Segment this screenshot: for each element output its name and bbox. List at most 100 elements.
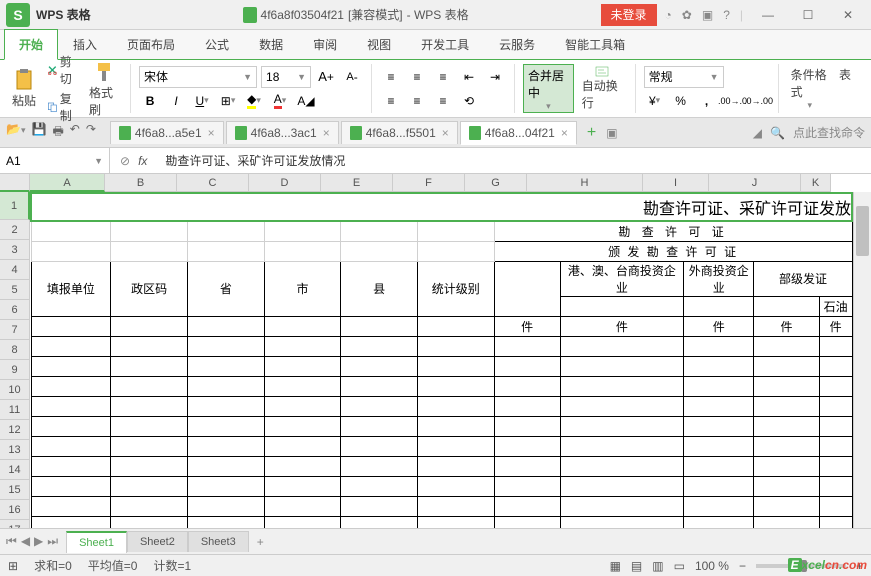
col-header-H[interactable]: H <box>527 174 643 192</box>
undo-icon[interactable]: ↶ <box>70 122 80 143</box>
row-header-15[interactable]: 15 <box>0 480 30 500</box>
align-bottom-button[interactable]: ≡ <box>432 66 454 88</box>
first-sheet-icon[interactable]: ⏮ <box>6 534 17 549</box>
close-button[interactable]: ✕ <box>833 5 863 25</box>
sheet-tab-3[interactable]: Sheet3 <box>188 531 249 552</box>
skin-icon[interactable]: ▣ <box>702 8 713 22</box>
align-right-button[interactable]: ≡ <box>432 90 454 112</box>
row-header-13[interactable]: 13 <box>0 440 30 460</box>
row-header-7[interactable]: 7 <box>0 320 30 340</box>
row-header-11[interactable]: 11 <box>0 400 30 420</box>
col-header-A[interactable]: A <box>30 174 105 192</box>
name-box[interactable]: A1▼ <box>0 148 110 173</box>
cell-grid[interactable]: 勘查许可证、采矿许可证发放勘 查 许 可 证颁 发 勘 查 许 可 证填报单位政… <box>30 192 853 528</box>
command-search[interactable]: 点此查找命令 <box>793 124 865 141</box>
tab-review[interactable]: 审阅 <box>298 29 352 59</box>
number-format-select[interactable]: 常规▼ <box>644 66 724 88</box>
col-header-E[interactable]: E <box>321 174 393 192</box>
scrollbar-thumb[interactable] <box>856 206 869 256</box>
doc-tab-3[interactable]: 4f6a8...f5501× <box>341 121 458 144</box>
table-format-button[interactable]: 表 <box>835 64 855 113</box>
border-button[interactable]: ⊞▾ <box>217 90 239 112</box>
italic-button[interactable]: I <box>165 90 187 112</box>
minimize-button[interactable]: — <box>753 5 783 25</box>
align-center-button[interactable]: ≡ <box>406 90 428 112</box>
clear-format-button[interactable]: A◢ <box>295 90 317 112</box>
vertical-scrollbar[interactable] <box>853 192 871 528</box>
doc-map-icon[interactable]: ⊞ <box>8 559 18 573</box>
underline-button[interactable]: U▾ <box>191 90 213 112</box>
col-header-F[interactable]: F <box>393 174 465 192</box>
help-icon[interactable]: ? <box>723 8 730 22</box>
col-header-J[interactable]: J <box>709 174 801 192</box>
row-header-5[interactable]: 5 <box>0 280 30 300</box>
tab-formula[interactable]: 公式 <box>190 29 244 59</box>
new-sheet-button[interactable]: + <box>249 535 272 549</box>
currency-button[interactable]: ¥▾ <box>644 90 666 112</box>
col-header-B[interactable]: B <box>105 174 177 192</box>
last-sheet-icon[interactable]: ⏭ <box>47 534 58 549</box>
open-icon[interactable]: 📂▾ <box>6 122 25 143</box>
percent-button[interactable]: % <box>670 90 692 112</box>
collapse-ribbon-icon[interactable]: ◢ <box>753 126 762 140</box>
tab-layout[interactable]: 页面布局 <box>112 29 190 59</box>
fill-color-button[interactable]: ◆▾ <box>243 90 265 112</box>
view-normal-icon[interactable]: ▦ <box>610 559 621 573</box>
close-icon[interactable]: × <box>323 126 330 140</box>
close-icon[interactable]: × <box>442 126 449 140</box>
wrap-text-button[interactable]: 自动换行 <box>578 64 627 113</box>
zoom-level[interactable]: 100 % <box>695 559 729 573</box>
font-color-button[interactable]: A▾ <box>269 90 291 112</box>
doc-tab-1[interactable]: 4f6a8...a5e1× <box>110 121 224 144</box>
col-header-K[interactable]: K <box>801 174 831 192</box>
sheet-tab-1[interactable]: Sheet1 <box>66 531 127 553</box>
row-header-16[interactable]: 16 <box>0 500 30 520</box>
row-header-9[interactable]: 9 <box>0 360 30 380</box>
tab-cloud[interactable]: 云服务 <box>484 29 550 59</box>
cut-button[interactable]: 剪切 <box>44 52 81 88</box>
paste-button[interactable]: 粘贴 <box>8 66 40 111</box>
indent-left-button[interactable]: ⇤ <box>458 66 480 88</box>
reading-mode-icon[interactable]: ▭ <box>674 559 685 573</box>
orientation-button[interactable]: ⟲ <box>458 90 480 112</box>
increase-decimal-button[interactable]: .00→.0 <box>722 90 744 112</box>
tab-view[interactable]: 视图 <box>352 29 406 59</box>
view-page-icon[interactable]: ▤ <box>631 559 642 573</box>
tab-data[interactable]: 数据 <box>244 29 298 59</box>
align-middle-button[interactable]: ≡ <box>406 66 428 88</box>
col-header-G[interactable]: G <box>465 174 527 192</box>
settings-icon[interactable]: ✿ <box>682 8 692 22</box>
increase-font-button[interactable]: A+ <box>315 66 337 88</box>
print-icon[interactable]: 🖶 <box>52 122 63 143</box>
row-header-8[interactable]: 8 <box>0 340 30 360</box>
tab-list-button[interactable]: ▣ <box>606 126 617 140</box>
col-header-C[interactable]: C <box>177 174 249 192</box>
decrease-font-button[interactable]: A- <box>341 66 363 88</box>
tab-tools[interactable]: 智能工具箱 <box>550 29 640 59</box>
save-icon[interactable]: 💾 <box>31 122 46 143</box>
row-header-1[interactable]: 1 <box>0 192 30 220</box>
prev-sheet-icon[interactable]: ◀ <box>21 534 30 549</box>
col-header-D[interactable]: D <box>249 174 321 192</box>
row-header-14[interactable]: 14 <box>0 460 30 480</box>
row-header-4[interactable]: 4 <box>0 260 30 280</box>
maximize-button[interactable]: ☐ <box>793 5 823 25</box>
doc-tab-2[interactable]: 4f6a8...3ac1× <box>226 121 339 144</box>
next-sheet-icon[interactable]: ▶ <box>34 534 43 549</box>
row-header-3[interactable]: 3 <box>0 240 30 260</box>
new-tab-button[interactable]: + <box>579 124 604 142</box>
formula-input[interactable]: 勘查许可证、采矿许可证发放情况 <box>157 152 871 169</box>
close-icon[interactable]: × <box>561 126 568 140</box>
comma-button[interactable]: , <box>696 90 718 112</box>
login-button[interactable]: 未登录 <box>601 4 657 26</box>
merge-center-button[interactable]: 合并居中▾ <box>523 64 574 113</box>
col-header-I[interactable]: I <box>643 174 709 192</box>
bold-button[interactable]: B <box>139 90 161 112</box>
indent-right-button[interactable]: ⇥ <box>484 66 506 88</box>
redo-icon[interactable]: ↷ <box>86 122 96 143</box>
decrease-decimal-button[interactable]: .0→.00 <box>748 90 770 112</box>
fx-icon[interactable]: fx <box>138 154 147 168</box>
row-header-10[interactable]: 10 <box>0 380 30 400</box>
copy-button[interactable]: 复制 <box>44 89 81 125</box>
align-left-button[interactable]: ≡ <box>380 90 402 112</box>
